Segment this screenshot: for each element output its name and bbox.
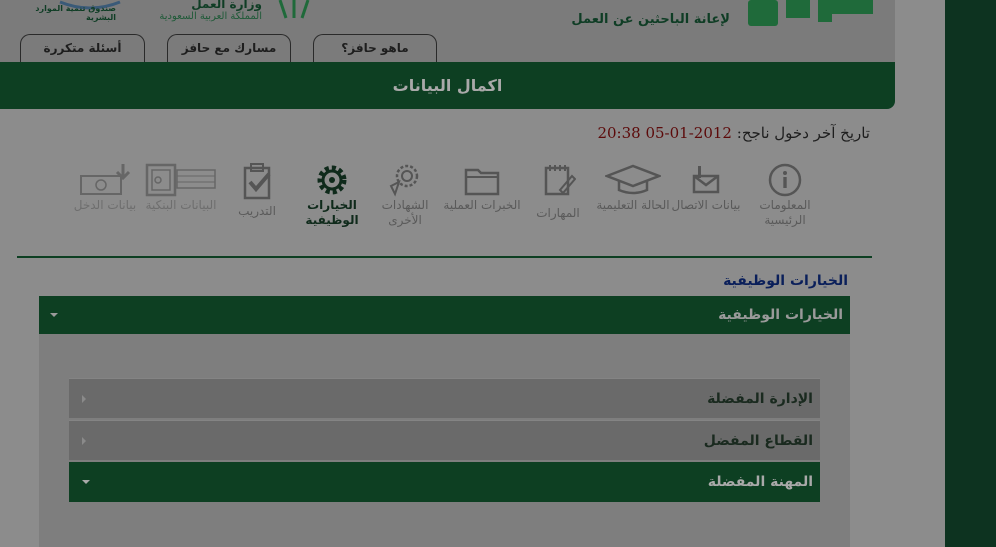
- chevron-down-icon: [82, 480, 90, 484]
- money-download-icon: [80, 164, 131, 195]
- step-job-preferences[interactable]: الخيارات الوظيفية: [292, 162, 372, 228]
- step-work-experience[interactable]: الخبرات العملية: [442, 162, 522, 213]
- accordion-item-title: المهنة المفضلة: [707, 474, 813, 490]
- safe-icon: [145, 163, 216, 197]
- step-training[interactable]: التدريب: [217, 162, 297, 219]
- accordion-item-title: القطاع المفضل: [703, 433, 813, 449]
- graduation-cap-icon: [605, 164, 661, 195]
- notepad-pencil-icon: [544, 165, 576, 196]
- accordion-preferred-profession[interactable]: المهنة المفضلة: [69, 462, 820, 502]
- accordion-title: الخيارات الوظيفية: [718, 307, 843, 323]
- step-label: المعلومات الرئيسية: [759, 198, 811, 227]
- step-income-info: بيانات الدخل: [65, 162, 145, 213]
- chevron-right-icon: [82, 437, 86, 445]
- accordion-preferred-department[interactable]: الإدارة المفضلة: [69, 378, 820, 418]
- accordion-preferred-sector[interactable]: القطاع المفضل: [69, 420, 820, 460]
- accordion-job-preferences-header[interactable]: الخيارات الوظيفية: [39, 296, 850, 334]
- accordion-item-title: الإدارة المفضلة: [707, 391, 813, 407]
- step-bank-info: البيانات البنكية: [141, 162, 221, 213]
- step-label: الخبرات العملية: [443, 198, 521, 212]
- info-icon: [768, 163, 802, 197]
- step-label: المهارات: [536, 206, 580, 220]
- last-login: تاريخ آخر دخول ناجح: 2012-01-05 20:38: [500, 124, 870, 142]
- section-title: الخيارات الوظيفية: [723, 273, 848, 289]
- registration-steps: المعلومات الرئيسية بيانات الاتصال الحالة…: [74, 162, 825, 250]
- page: صندوق تنمية الموارد البشرية وزارة العمل …: [0, 0, 945, 547]
- tab-faq[interactable]: أسئلة متكررة: [20, 34, 145, 62]
- step-label: الحالة التعليمية: [596, 198, 670, 212]
- step-skills[interactable]: المهارات: [518, 162, 598, 221]
- award-ribbon-icon: [389, 164, 419, 197]
- tab-your-path[interactable]: مسارك مع حافز: [167, 34, 291, 62]
- step-label: الخيارات الوظيفية: [305, 198, 359, 227]
- step-education[interactable]: الحالة التعليمية: [593, 162, 673, 213]
- step-label: الشهادات الأخرى: [381, 198, 429, 227]
- step-label: بيانات الاتصال: [671, 198, 741, 212]
- clipboard-check-icon: [243, 163, 271, 200]
- divider: [17, 256, 872, 258]
- page-title-banner: اكمال البيانات: [0, 62, 895, 109]
- step-label: التدريب: [238, 204, 276, 218]
- site-header: صندوق تنمية الموارد البشرية وزارة العمل …: [0, 0, 895, 62]
- chevron-down-icon: [50, 313, 58, 317]
- mailbox-icon: [692, 166, 720, 194]
- ministry-name: وزارة العمل: [191, 0, 262, 11]
- right-rail: [945, 0, 996, 547]
- palm-logo-icon: [278, 0, 310, 19]
- fund-name: صندوق تنمية الموارد البشرية: [35, 4, 116, 22]
- ministry-logo: وزارة العمل المملكة العربية السعودية: [150, 0, 262, 22]
- ministry-country: المملكة العربية السعودية: [159, 11, 262, 22]
- step-label: البيانات البنكية: [145, 198, 217, 212]
- step-label: بيانات الدخل: [73, 198, 137, 212]
- chevron-right-icon: [82, 395, 86, 403]
- last-login-label: تاريخ آخر دخول ناجح:: [736, 124, 870, 142]
- last-login-value: 2012-01-05 20:38: [597, 124, 732, 142]
- hafiz-tagline: لإعانة الباحثين عن العمل: [571, 12, 730, 27]
- gear-icon: [317, 165, 347, 195]
- step-main-info[interactable]: المعلومات الرئيسية: [745, 162, 825, 228]
- folder-icon: [464, 168, 500, 196]
- step-other-certificates[interactable]: الشهادات الأخرى: [365, 162, 445, 228]
- hafiz-logo-icon[interactable]: [748, 0, 873, 30]
- tab-what-is-hafiz[interactable]: ماهو حافز؟: [313, 34, 437, 62]
- step-contact-info[interactable]: بيانات الاتصال: [666, 162, 746, 213]
